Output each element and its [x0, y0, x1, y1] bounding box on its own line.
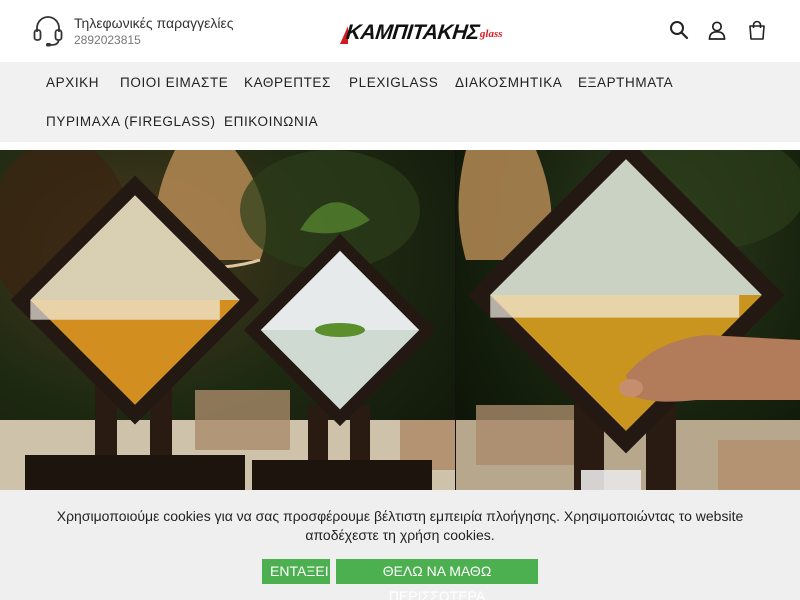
nav-item-mirrors[interactable]: ΚΑΘΡΕΠΤΕΣ: [244, 75, 331, 90]
phone-number[interactable]: 2892023815: [74, 33, 141, 47]
cart-icon[interactable]: [747, 20, 767, 40]
hero-banner[interactable]: [0, 150, 800, 490]
headset-icon: [33, 16, 63, 47]
cookie-accept-button[interactable]: ΕΝΤΑΞΕΙ: [262, 559, 330, 584]
nav-item-accessories[interactable]: ΕΞΑΡΤΗΜΑΤΑ: [578, 75, 673, 90]
cookie-message: Χρησιμοποιούμε cookies για να σας προσφέ…: [56, 508, 744, 543]
nav-item-decorative[interactable]: ΔΙΑΚΟΣΜΗΤΙΚΑ: [455, 75, 562, 90]
nav-item-about[interactable]: ΠΟΙΟΙ ΕΙΜΑΣΤΕ: [120, 75, 228, 90]
top-header: Τηλεφωνικές παραγγελίες 2892023815 ΚΑΜΠΙ…: [0, 0, 800, 62]
cookie-banner: Χρησιμοποιούμε cookies για να σας προσφέ…: [0, 490, 800, 600]
hero-photo-left: [0, 150, 455, 490]
nav-item-fireglass[interactable]: ΠΥΡΙΜΑΧΑ (FIREGLASS): [46, 114, 216, 129]
logo-text: ΚΑΜΠΙΤΑΚΗΣ: [344, 21, 481, 44]
search-icon[interactable]: [669, 20, 689, 40]
phone-orders-label: Τηλεφωνικές παραγγελίες: [74, 15, 234, 31]
logo-sub: glass: [479, 28, 503, 40]
hero-photo-right: [456, 150, 800, 490]
user-icon[interactable]: [707, 20, 727, 40]
nav-item-plexiglass[interactable]: PLEXIGLASS: [349, 75, 438, 90]
main-nav: ΑΡΧΙΚΗ ΠΟΙΟΙ ΕΙΜΑΣΤΕ ΚΑΘΡΕΠΤΕΣ PLEXIGLAS…: [0, 62, 800, 142]
nav-item-contact[interactable]: ΕΠΙΚΟΙΝΩΝΙΑ: [224, 114, 318, 129]
nav-item-home[interactable]: ΑΡΧΙΚΗ: [46, 75, 99, 90]
cookie-learn-more-button[interactable]: ΘΕΛΩ ΝΑ ΜΑΘΩ ΠΕΡΙΣΣΟΤΕΡΑ: [336, 559, 538, 600]
site-logo[interactable]: ΚΑΜΠΙΤΑΚΗΣ glass: [340, 20, 503, 44]
